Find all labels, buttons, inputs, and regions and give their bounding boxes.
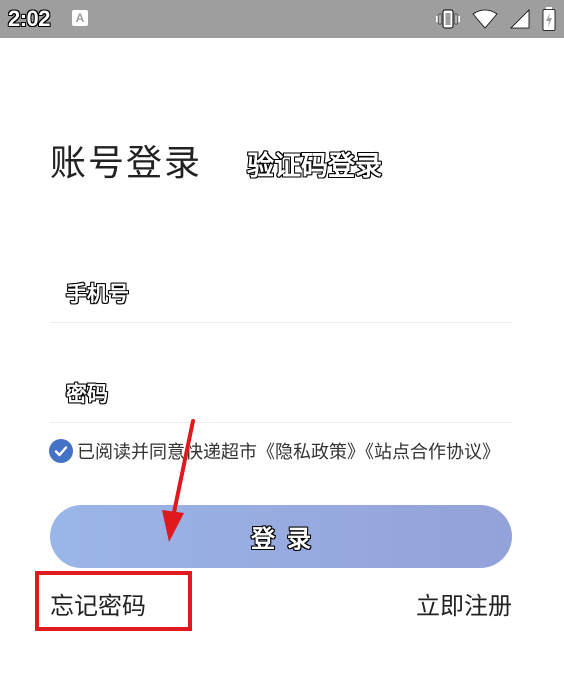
signal-icon	[510, 9, 530, 29]
register-link[interactable]: 立即注册	[416, 586, 512, 621]
wifi-icon	[472, 9, 498, 29]
tab-code-login[interactable]: 验证码登录	[247, 144, 382, 183]
arrow-annotation	[162, 419, 195, 542]
login-button-label: 登录	[251, 525, 323, 553]
highlight-box	[35, 571, 192, 631]
password-field[interactable]: 密码	[50, 366, 512, 423]
status-time: 2:02	[8, 6, 51, 31]
notification-a-icon: A	[72, 10, 88, 26]
login-button[interactable]: 登录	[50, 505, 512, 568]
vibrate-icon	[436, 8, 460, 30]
status-bar: 2:02 A	[0, 0, 564, 38]
phone-field-label: 手机号	[66, 282, 129, 306]
tab-password-login[interactable]: 账号登录	[50, 134, 202, 186]
agreement-row: 已阅读并同意快递超市《隐私政策》《站点合作协议》	[49, 438, 500, 464]
agreement-text[interactable]: 已阅读并同意快递超市《隐私政策》《站点合作协议》	[77, 438, 500, 464]
phone-field[interactable]: 手机号	[50, 266, 512, 323]
agreement-checkbox[interactable]	[49, 439, 73, 463]
status-icons	[436, 6, 556, 32]
check-icon	[54, 446, 68, 457]
password-field-label: 密码	[66, 382, 108, 406]
battery-charging-icon	[542, 7, 556, 31]
